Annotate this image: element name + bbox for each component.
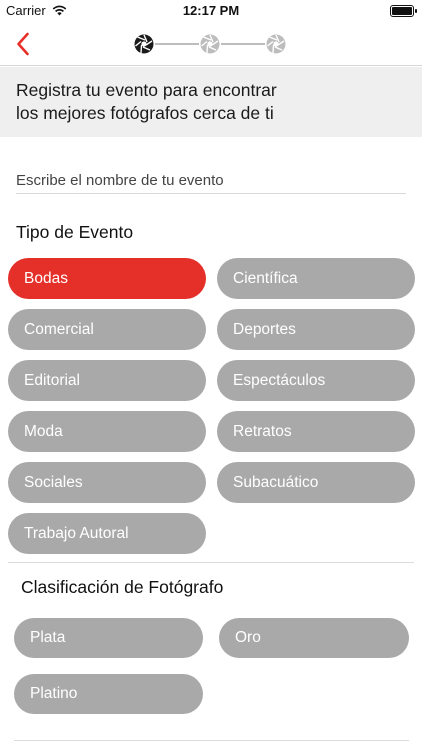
photographer-class-option-platino[interactable]: Platino (14, 674, 203, 714)
status-time: 12:17 PM (182, 3, 240, 18)
event-type-option-bodas[interactable]: Bodas (8, 258, 206, 299)
photographer-class-option-oro[interactable]: Oro (219, 618, 409, 658)
chevron-left-icon (17, 32, 29, 56)
event-type-option-sociales[interactable]: Sociales (8, 462, 206, 503)
step-2-aperture-icon (200, 34, 220, 54)
section-divider (8, 562, 414, 563)
intro-line-1: Registra tu evento para encontrar (16, 80, 277, 100)
event-type-option-editorial[interactable]: Editorial (8, 360, 206, 401)
nav-bar (0, 22, 422, 66)
event-type-option-comercial[interactable]: Comercial (8, 309, 206, 350)
event-type-option-moda[interactable]: Moda (8, 411, 206, 452)
step-connector (221, 43, 265, 45)
status-bar: Carrier 12:17 PM (0, 0, 422, 22)
event-type-option-espectaculos[interactable]: Espectáculos (217, 360, 415, 401)
event-type-option-cientifica[interactable]: Científica (217, 258, 415, 299)
battery-fill (392, 7, 412, 15)
photographer-class-option-plata[interactable]: Plata (14, 618, 203, 658)
step-progress (133, 33, 287, 55)
event-type-option-trabajo-autoral[interactable]: Trabajo Autoral (8, 513, 206, 554)
battery-icon (390, 5, 417, 17)
step-3-aperture-icon (266, 34, 286, 54)
event-type-title: Tipo de Evento (16, 222, 134, 242)
photographer-class-title: Clasificación de Fotógrafo (21, 577, 224, 597)
bottom-divider (14, 740, 409, 741)
event-name-input[interactable] (16, 168, 406, 194)
intro-banner: Registra tu evento para encontrar los me… (0, 67, 422, 137)
intro-line-2: los mejores fotógrafos cerca de ti (16, 103, 274, 123)
event-type-option-deportes[interactable]: Deportes (217, 309, 415, 350)
event-type-option-retratos[interactable]: Retratos (217, 411, 415, 452)
step-connector (155, 43, 199, 45)
step-1-aperture-icon (134, 34, 154, 54)
event-type-option-subacuatico[interactable]: Subacuático (217, 462, 415, 503)
back-button[interactable] (8, 28, 38, 60)
